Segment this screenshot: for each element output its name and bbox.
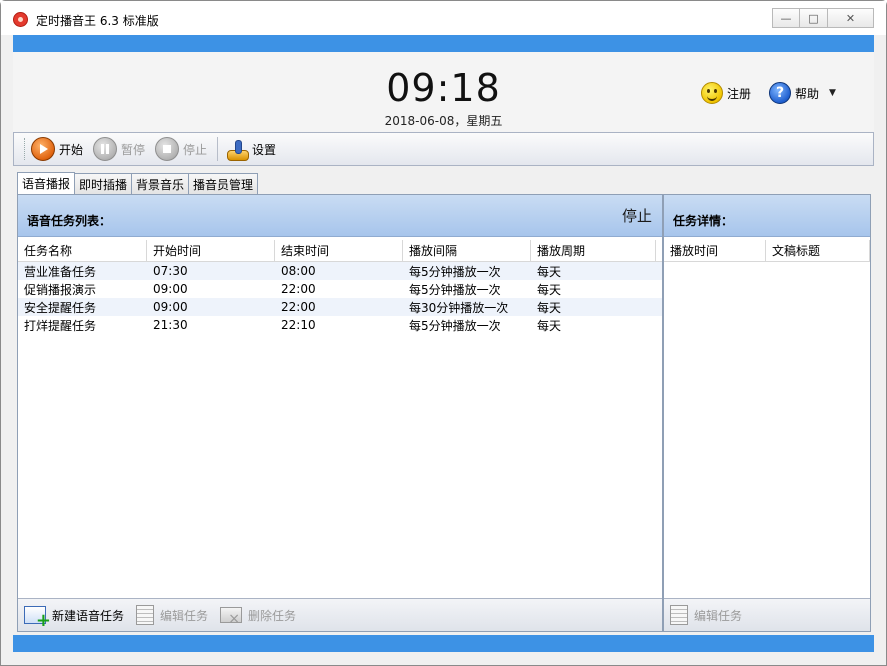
help-label: 帮助 — [795, 86, 820, 101]
new-task-icon — [24, 606, 51, 631]
column-header-play-time[interactable]: 播放时间 — [664, 240, 766, 261]
table-row[interactable]: 营业准备任务 07:30 08:00 每5分钟播放一次 每天 — [18, 262, 662, 280]
task-list-panel: 语音任务列表： 停止 任务名称 开始时间 结束时间 播放间隔 播放周期 营业准备… — [17, 194, 663, 632]
toolbar-grip[interactable] — [24, 138, 27, 160]
document-icon — [136, 605, 155, 625]
start-label: 开始 — [59, 142, 84, 157]
cell-task-name: 营业准备任务 — [24, 264, 97, 279]
task-detail-header: 任务详情： — [664, 195, 870, 237]
minimize-button[interactable]: — — [772, 8, 800, 28]
edit-task-label: 编辑任务 — [160, 608, 209, 623]
play-icon — [31, 137, 55, 161]
new-task-label: 新建语音任务 — [52, 608, 125, 623]
task-list-title: 语音任务列表： — [27, 214, 112, 228]
task-list-header: 语音任务列表： 停止 — [18, 195, 662, 237]
cell-interval: 每5分钟播放一次 — [409, 264, 501, 279]
smiley-icon — [701, 82, 723, 104]
pause-button[interactable]: 暂停 — [93, 137, 145, 161]
edit-task-button[interactable]: 编辑任务 — [136, 605, 208, 625]
column-header-start-time[interactable]: 开始时间 — [147, 240, 275, 261]
main-toolbar: 开始 暂停 停止 设置 — [13, 132, 874, 166]
task-table-body: 营业准备任务 07:30 08:00 每5分钟播放一次 每天 促销播报演示 09… — [18, 262, 662, 334]
window-controls: — □ ✕ — [772, 8, 874, 28]
task-detail-footer: 编辑任务 — [664, 598, 870, 631]
tab-strip: 语音播报 即时插播 背景音乐 播音员管理 — [17, 172, 259, 194]
help-icon: ? — [769, 82, 791, 104]
close-icon: ✕ — [845, 11, 856, 25]
cell-interval: 每5分钟播放一次 — [409, 318, 501, 333]
app-window: 定时播音王 6.3 标准版 — □ ✕ 09:18 2018-06-08，星期五… — [0, 0, 887, 666]
task-list-footer: 新建语音任务 编辑任务 删除任务 — [18, 598, 662, 631]
cell-task-name: 促销播报演示 — [24, 282, 97, 297]
register-button[interactable]: 注册 — [701, 82, 751, 104]
settings-button[interactable]: 设置 — [226, 138, 277, 161]
tab-background-music[interactable]: 背景音乐 — [131, 173, 190, 194]
table-row[interactable]: 打烊提醒任务 21:30 22:10 每5分钟播放一次 每天 — [18, 316, 662, 334]
table-row[interactable]: 安全提醒任务 09:00 22:00 每30分钟播放一次 每天 — [18, 298, 662, 316]
tab-instant-insert[interactable]: 即时插播 — [74, 173, 133, 194]
task-detail-title: 任务详情： — [673, 214, 734, 228]
detail-edit-task-button[interactable]: 编辑任务 — [670, 605, 742, 625]
register-label: 注册 — [727, 86, 752, 101]
title-bar[interactable]: 定时播音王 6.3 标准版 — □ ✕ — [1, 1, 886, 35]
app-logo-icon — [13, 12, 28, 27]
task-table-header: 任务名称 开始时间 结束时间 播放间隔 播放周期 — [18, 240, 662, 262]
joystick-icon — [226, 138, 250, 161]
cell-end-time: 22:00 — [281, 282, 316, 296]
window-title: 定时播音王 6.3 标准版 — [36, 14, 159, 28]
cell-end-time: 08:00 — [281, 264, 316, 278]
stop-label: 停止 — [183, 142, 208, 157]
column-header-task-name[interactable]: 任务名称 — [18, 240, 147, 261]
start-button[interactable]: 开始 — [31, 137, 83, 161]
clock-header: 09:18 2018-06-08，星期五 注册 ? 帮助 ▼ — [13, 52, 874, 132]
stop-icon — [155, 137, 180, 161]
minimize-icon: — — [780, 11, 792, 25]
help-button[interactable]: ? 帮助 ▼ — [769, 82, 836, 104]
delete-icon — [220, 607, 243, 627]
cell-interval: 每5分钟播放一次 — [409, 282, 501, 297]
cell-start-time: 09:00 — [153, 300, 188, 314]
delete-task-button[interactable]: 删除任务 — [220, 607, 297, 627]
cell-period: 每天 — [537, 318, 562, 333]
cell-end-time: 22:10 — [281, 318, 316, 332]
cell-start-time: 09:00 — [153, 282, 188, 296]
current-date: 2018-06-08，星期五 — [384, 114, 503, 128]
column-header-interval[interactable]: 播放间隔 — [403, 240, 531, 261]
cell-period: 每天 — [537, 264, 562, 279]
playback-status: 停止 — [621, 207, 652, 225]
chevron-down-icon[interactable]: ▼ — [829, 88, 836, 98]
cell-period: 每天 — [537, 300, 562, 315]
toolbar-separator — [217, 137, 219, 161]
cell-start-time: 07:30 — [153, 264, 188, 278]
column-header-end-time[interactable]: 结束时间 — [275, 240, 403, 261]
close-button[interactable]: ✕ — [828, 8, 874, 28]
top-accent-strip — [13, 35, 874, 52]
new-voice-task-button[interactable]: 新建语音任务 — [24, 606, 125, 631]
stop-button[interactable]: 停止 — [155, 137, 207, 161]
tab-voice-broadcast[interactable]: 语音播报 — [17, 172, 76, 194]
table-row[interactable]: 促销播报演示 09:00 22:00 每5分钟播放一次 每天 — [18, 280, 662, 298]
document-icon — [670, 605, 688, 625]
column-header-period[interactable]: 播放周期 — [531, 240, 656, 261]
bottom-accent-strip — [13, 635, 874, 652]
maximize-icon: □ — [808, 11, 819, 25]
cell-start-time: 21:30 — [153, 318, 188, 332]
maximize-button[interactable]: □ — [800, 8, 828, 28]
delete-task-label: 删除任务 — [248, 608, 297, 623]
cell-period: 每天 — [537, 282, 562, 297]
pause-icon — [93, 137, 118, 161]
cell-interval: 每30分钟播放一次 — [409, 300, 509, 315]
tab-announcer-management[interactable]: 播音员管理 — [188, 173, 259, 194]
pause-label: 暂停 — [121, 142, 146, 157]
detail-edit-task-label: 编辑任务 — [694, 608, 743, 623]
column-header-script-title[interactable]: 文稿标题 — [766, 240, 870, 261]
detail-table-header: 播放时间 文稿标题 — [664, 240, 870, 262]
cell-end-time: 22:00 — [281, 300, 316, 314]
cell-task-name: 打烊提醒任务 — [24, 318, 97, 333]
cell-task-name: 安全提醒任务 — [24, 300, 97, 315]
settings-label: 设置 — [252, 142, 277, 157]
task-detail-panel: 任务详情： 播放时间 文稿标题 编辑任务 — [663, 194, 871, 632]
